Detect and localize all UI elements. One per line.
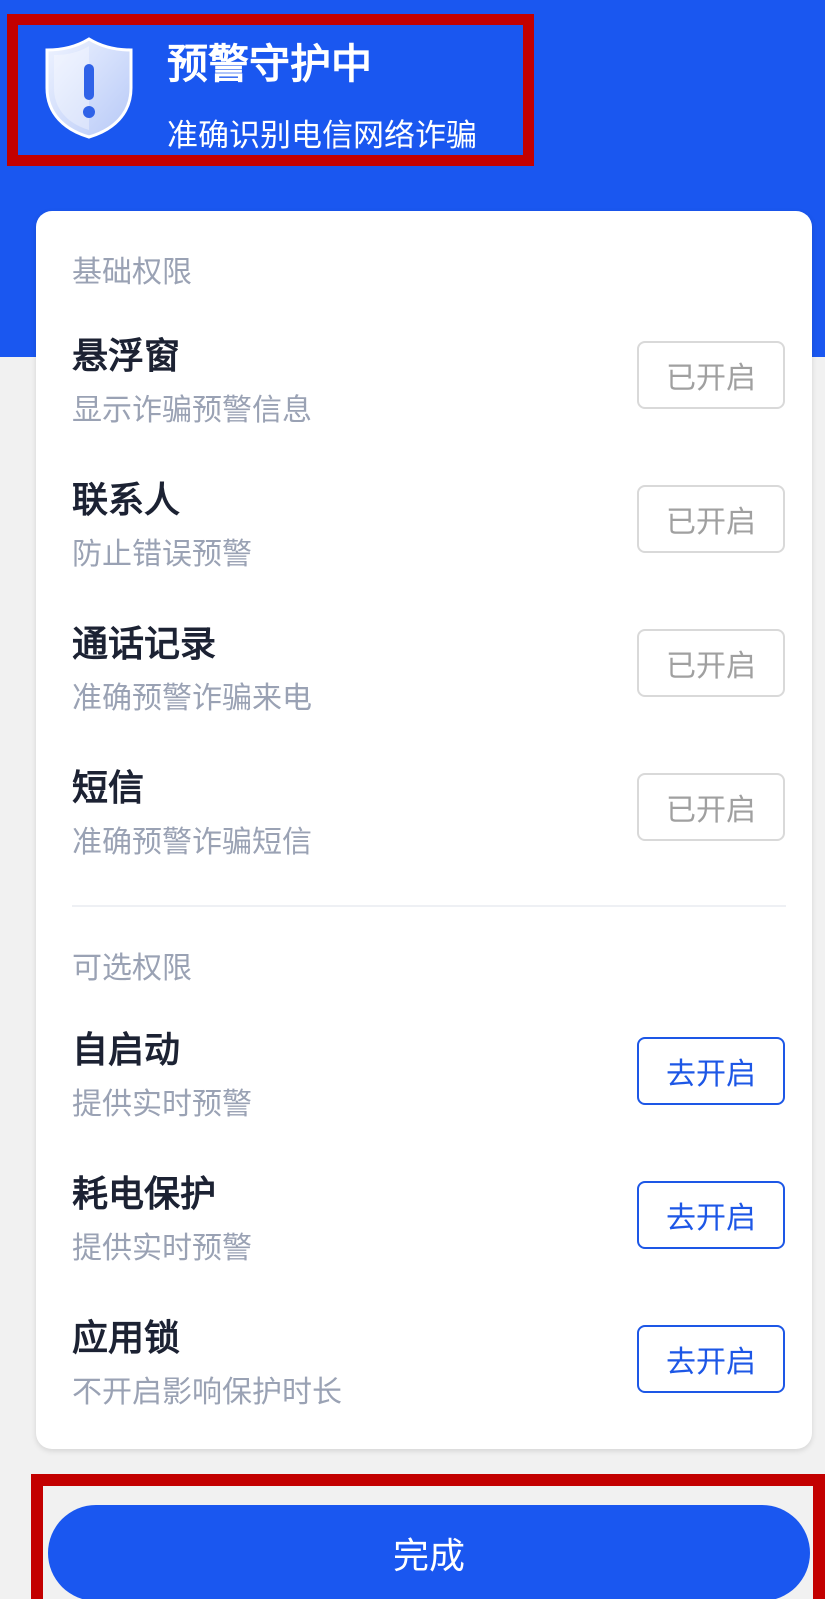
list-item-title: 应用锁 bbox=[72, 1318, 181, 1359]
list-item-title: 悬浮窗 bbox=[72, 336, 181, 377]
section-divider bbox=[72, 905, 786, 907]
enabled-button[interactable]: 已开启 bbox=[637, 629, 785, 697]
list-item-title: 耗电保护 bbox=[72, 1174, 217, 1215]
list-item-floating-window: 悬浮窗 显示诈骗预警信息 已开启 bbox=[36, 327, 812, 467]
permissions-card: 基础权限 悬浮窗 显示诈骗预警信息 已开启 联系人 防止错误预警 已开启 通话记… bbox=[36, 211, 812, 1449]
list-item-title: 短信 bbox=[72, 768, 145, 809]
list-item-sms: 短信 准确预警诈骗短信 已开启 bbox=[36, 759, 812, 899]
enabled-button[interactable]: 已开启 bbox=[637, 341, 785, 409]
basic-permissions-title: 基础权限 bbox=[72, 255, 192, 290]
enabled-button[interactable]: 已开启 bbox=[637, 485, 785, 553]
enabled-button[interactable]: 已开启 bbox=[637, 773, 785, 841]
list-item-desc: 提供实时预警 bbox=[72, 1231, 252, 1266]
list-item-contacts: 联系人 防止错误预警 已开启 bbox=[36, 471, 812, 611]
page-subtitle: 准确识别电信网络诈骗 bbox=[167, 118, 477, 154]
enable-button[interactable]: 去开启 bbox=[637, 1181, 785, 1249]
footer-highlight-frame bbox=[31, 1474, 825, 1599]
enable-button[interactable]: 去开启 bbox=[637, 1325, 785, 1393]
list-item-desc: 提供实时预警 bbox=[72, 1087, 252, 1122]
shield-alert-icon bbox=[43, 36, 135, 140]
list-item-desc: 准确预警诈骗来电 bbox=[72, 681, 312, 716]
list-item-battery-protection: 耗电保护 提供实时预警 去开启 bbox=[36, 1165, 812, 1305]
list-item-auto-start: 自启动 提供实时预警 去开启 bbox=[36, 1021, 812, 1161]
list-item-desc: 防止错误预警 bbox=[72, 537, 252, 572]
page-title: 预警守护中 bbox=[167, 40, 372, 88]
list-item-title: 联系人 bbox=[72, 480, 181, 521]
list-item-title: 通话记录 bbox=[72, 624, 217, 665]
list-item-app-lock: 应用锁 不开启影响保护时长 去开启 bbox=[36, 1309, 812, 1449]
list-item-title: 自启动 bbox=[72, 1030, 181, 1071]
optional-permissions-title: 可选权限 bbox=[72, 951, 192, 986]
list-item-call-log: 通话记录 准确预警诈骗来电 已开启 bbox=[36, 615, 812, 755]
list-item-desc: 准确预警诈骗短信 bbox=[72, 825, 312, 860]
list-item-desc: 不开启影响保护时长 bbox=[72, 1375, 342, 1410]
list-item-desc: 显示诈骗预警信息 bbox=[72, 393, 312, 428]
enable-button[interactable]: 去开启 bbox=[637, 1037, 785, 1105]
